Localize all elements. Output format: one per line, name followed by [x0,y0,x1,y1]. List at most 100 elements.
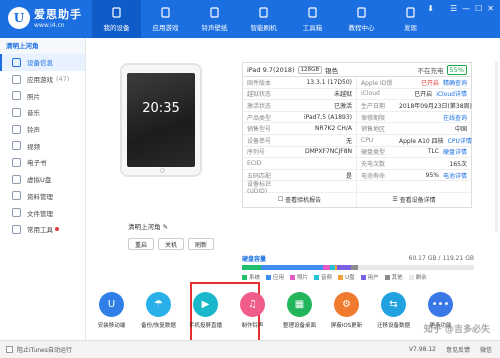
sidebar-item-1[interactable]: 应用游戏 (47) [0,71,85,88]
close-icon[interactable]: ✕ [487,4,494,13]
device-action-button-2[interactable]: 刷新 [188,238,214,250]
legend-label: 其他 [391,275,403,281]
nav-item-4[interactable]: 工具箱 [288,0,337,38]
legend-label: 系统 [249,275,261,281]
info-link[interactable]: 精确查询 [443,78,467,87]
photo-icon [12,91,21,101]
sidebar-item-0[interactable]: 设备信息 [0,54,85,71]
sidebar-item-6[interactable]: 电子书 [0,154,85,171]
block-update-icon: ⚙ [334,292,359,317]
nav-item-2[interactable]: 铃声壁纸 [190,0,239,38]
wechat-link[interactable]: 微信 [480,345,492,354]
info-row: 越狱状态 未越狱 iCloud 已开启 iCloud详情 [242,88,472,101]
tool-label: 迁移设备数据 [376,323,410,329]
sidebar-item-5[interactable]: 视频 [0,137,85,154]
info-link[interactable]: 硬盘详情 [443,147,467,156]
minimize-icon[interactable]: — [462,4,470,13]
edit-icon[interactable]: ✎ [163,223,168,231]
desktop-icon: ▦ [287,292,312,317]
info-key: 充电次数 [361,160,386,168]
nav-item-5[interactable]: 教程中心 [337,0,386,38]
info-key: 产品类型 [247,114,272,122]
info-link[interactable]: CPU详情 [448,136,472,145]
udisk-icon [12,174,21,184]
nav-item-0[interactable]: 我的设备 [92,0,141,38]
detail-icon: ☰ [392,196,400,204]
info-key: 序列号 [247,149,266,157]
storage-size: 60.17 GB / 119.21 GB [408,255,474,262]
info-cell: iCloud 已开启 iCloud详情 [357,89,471,100]
storage-segment-照片 [323,265,331,270]
storage-title: 硬盘容量 [242,256,267,263]
sidebar-device-title[interactable]: 清明上河角 [0,38,85,54]
legend-swatch [290,274,296,280]
info-key: 电池寿命 [361,172,386,180]
download-icon[interactable]: ⬇ [427,4,434,13]
info-cell: 产品类型 iPad7,5 (A1893) [243,111,357,123]
tool-0[interactable]: U 安装移动端 [88,292,135,338]
nav-label: 铃声壁纸 [201,23,228,32]
sidebar-item-label: 照片 [27,92,40,101]
legend-label: U盘 [345,275,355,281]
install-icon: U [99,292,124,317]
file-icon [12,208,21,218]
maximize-icon[interactable]: ☐ [475,4,482,13]
autorun-checkbox[interactable] [6,346,13,353]
tool-3[interactable]: ♫ 制作铃声 [229,292,276,338]
tool-2[interactable]: ▶ 手机投屏直播 [182,292,229,338]
device-name[interactable]: 清明上河角 ✎ [128,221,168,231]
detail-button[interactable]: ☰ 查看设备详情 [357,193,471,207]
info-cell: 设备标识(UDID) [243,181,357,195]
info-cell: 保修期限 在线查询 [357,112,471,123]
info-value: iPad7,5 (A1893) [303,113,352,121]
storage-segment-系统 [242,265,261,270]
legend-label: 用户 [367,275,379,281]
legend-swatch [242,274,247,280]
info-link[interactable]: iCloud详情 [436,89,467,98]
sidebar-item-3[interactable]: 音乐 [0,104,85,121]
feedback-link[interactable]: 意见反馈 [446,345,470,354]
info-value: 2018年09月23日(第38周) [399,102,472,110]
device-action-button-0[interactable]: 重启 [128,238,154,250]
app-title: 爱思助手 [34,8,82,21]
nav-item-1[interactable]: 应用游戏 [141,0,190,38]
info-key: 销售地区 [361,126,386,134]
info-row: 销售型号 NR7K2 CH/A 销售地区 中国 [242,123,472,135]
info-cell: 销售型号 NR7K2 CH/A [243,123,357,134]
tool-6[interactable]: ⇆ 迁移设备数据 [370,292,417,338]
info-link[interactable]: 电池详情 [443,171,467,180]
scrollbar[interactable] [495,62,498,232]
tool-1[interactable]: ☂ 备份/恢复数据 [135,292,182,338]
device-action-button-1[interactable]: 关机 [158,238,184,250]
info-cell: 生产日期 2018年09月23日(第38周) [357,100,472,111]
report-button[interactable]: ☐ 查看验机报告 [243,192,357,207]
sidebar-item-10[interactable]: 常用工具 [0,221,85,238]
info-cell: CPU Apple A10 四核 CPU详情 [357,135,472,146]
ipad-time: 20:35 [142,101,180,116]
info-cell: 设备串号 无 [243,134,357,146]
sidebar-item-2[interactable]: 照片 [0,87,85,104]
sidebar-item-label: 铃声 [27,126,40,135]
info-key: 激活状态 [247,102,272,110]
tool-5[interactable]: ⚙ 屏蔽iOS更新 [323,292,370,338]
sidebar-item-4[interactable]: 铃声 [0,121,85,138]
legend-item: 系统 [242,273,260,281]
ebook-icon [12,157,21,167]
storage-segment-应用 [260,265,324,270]
info-row: 设备标识(UDID) [242,181,472,195]
sidebar-item-9[interactable]: 文件管理 [0,204,85,221]
sidebar-item-7[interactable]: 虚拟U盘 [0,171,85,188]
tool-4[interactable]: ▦ 整理设备桌面 [276,292,323,338]
nav-item-3[interactable]: 智能刷机 [239,0,288,38]
nav-label: 教程中心 [348,23,375,32]
info-cell: 销售地区 中国 [357,123,471,134]
info-cell: ECID [243,158,357,169]
info-key: iCloud [361,90,380,98]
info-row: 激活状态 已激活 生产日期 2018年09月23日(第38周) [242,100,472,112]
sidebar-item-8[interactable]: 资料管理 [0,188,85,205]
device-info-icon [12,57,21,67]
info-value: Apple A10 四核 [399,137,444,145]
menu-icon[interactable]: ☰ [450,4,457,13]
umbrella-icon: ☂ [146,292,171,317]
video-icon [12,141,21,151]
